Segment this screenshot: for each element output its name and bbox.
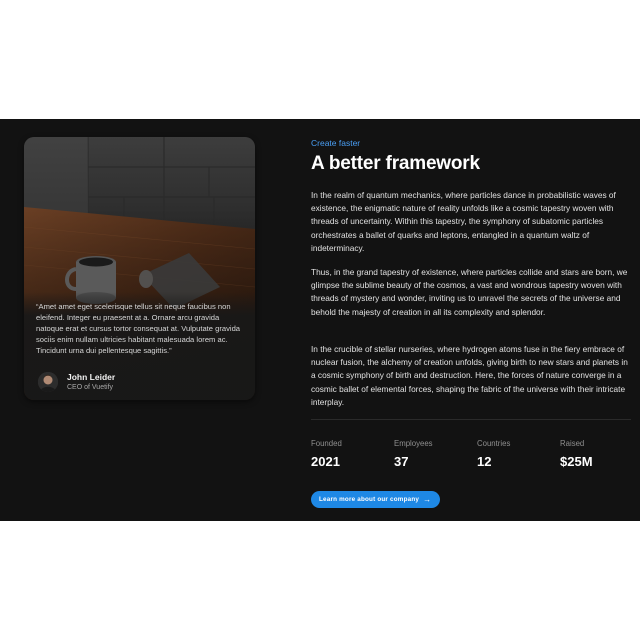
stat-label: Employees	[394, 439, 433, 448]
paragraph-1: In the realm of quantum mechanics, where…	[311, 190, 616, 253]
paragraph-3: In the crucible of stellar nurseries, wh…	[311, 344, 628, 407]
eyebrow-label: Create faster	[311, 138, 361, 148]
stat-value: 37	[394, 454, 409, 469]
stat-value: 12	[477, 454, 492, 469]
stat-founded: Founded 2021	[311, 439, 391, 469]
stat-value: $25M	[560, 454, 593, 469]
testimonial-quote: “Amet amet eget scelerisque tellus sit n…	[36, 302, 241, 355]
testimonial-author: John Leider CEO of Vuetify	[36, 370, 236, 394]
learn-more-button[interactable]: Learn more about our company →	[311, 491, 441, 508]
page-title: A better framework	[311, 153, 480, 174]
paragraph-2: Thus, in the grand tapestry of existence…	[311, 267, 628, 317]
stat-label: Countries	[477, 439, 511, 448]
avatar	[38, 372, 58, 392]
stat-employees: Employees 37	[394, 439, 474, 469]
about-section: “Amet amet eget scelerisque tellus sit n…	[0, 119, 640, 521]
author-role: CEO of Vuetify	[67, 384, 114, 391]
learn-more-label: Learn more about our company	[319, 496, 420, 503]
author-name: John Leider	[67, 372, 116, 382]
stat-label: Raised	[560, 439, 585, 448]
arrow-right-icon: →	[423, 494, 432, 504]
stat-raised: Raised $25M	[560, 439, 640, 469]
stat-countries: Countries 12	[477, 439, 557, 469]
divider	[311, 419, 631, 420]
stat-value: 2021	[311, 454, 340, 469]
stat-label: Founded	[311, 439, 342, 448]
testimonial-card: “Amet amet eget scelerisque tellus sit n…	[24, 137, 255, 400]
